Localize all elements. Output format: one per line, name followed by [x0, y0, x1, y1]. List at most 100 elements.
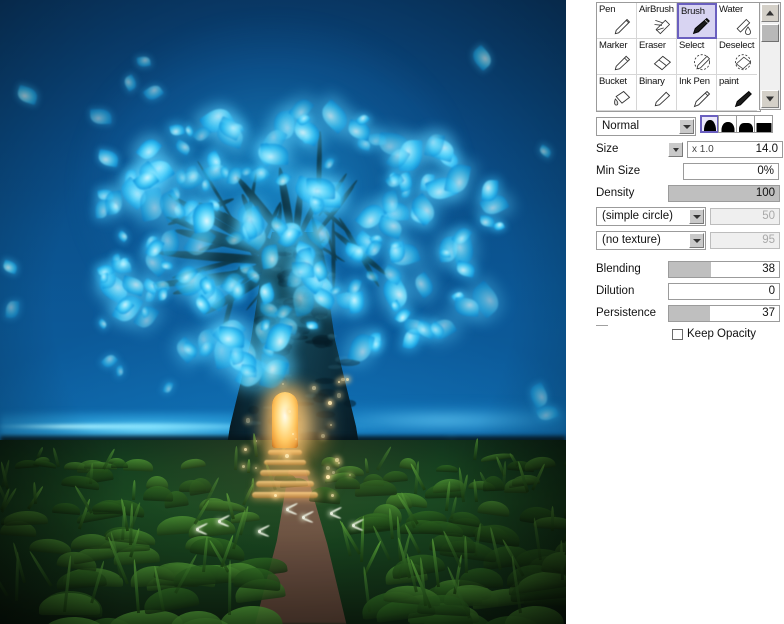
size-row: Size x 1.0 14.0 — [596, 139, 784, 159]
tool-cell-clipped[interactable] — [677, 111, 717, 112]
blend-mode-select[interactable]: Normal — [596, 116, 696, 136]
tool-cell-clipped[interactable] — [717, 111, 757, 112]
persistence-label: Persistence — [596, 307, 657, 319]
brush-shape-square-flat-icon[interactable] — [754, 115, 773, 133]
airbrush-icon — [654, 19, 671, 35]
keep-opacity-checkbox[interactable] — [672, 328, 683, 340]
tool-pen[interactable]: Pen — [597, 3, 637, 39]
tool-label: Select — [679, 40, 705, 51]
blend-mode-value: Normal — [602, 119, 640, 132]
chevron-down-icon[interactable] — [679, 118, 694, 134]
size-field[interactable]: x 1.0 14.0 — [687, 140, 783, 158]
tool-cell-clipped[interactable] — [637, 111, 677, 112]
brush-shape-amount: 50 — [762, 209, 775, 222]
paint-icon — [734, 90, 752, 108]
tool-label: Water — [719, 4, 743, 15]
bucket-icon — [614, 90, 631, 106]
size-label: Size — [596, 143, 619, 155]
texture-select[interactable]: (no texture) — [596, 230, 706, 250]
tool-bucket[interactable]: Bucket — [597, 75, 637, 111]
tool-paint[interactable]: paint — [717, 75, 757, 111]
tool-water[interactable]: Water — [717, 3, 757, 39]
select-icon — [694, 54, 711, 71]
ink-pen-icon — [693, 90, 711, 108]
brush-shape-amount-field: 50 — [710, 207, 780, 225]
brush-shape-hard-round-icon[interactable] — [736, 115, 755, 133]
min-size-value: 0% — [757, 164, 774, 177]
min-size-label: Min Size — [596, 165, 641, 177]
tool-label-clipped — [719, 111, 721, 112]
water-icon — [736, 18, 751, 35]
tool-label: Binary — [639, 76, 665, 87]
brush-icon — [692, 17, 710, 35]
tool-brush[interactable]: Brush — [677, 3, 717, 39]
tool-label: Eraser — [639, 40, 666, 51]
dilution-field[interactable]: 0 — [668, 282, 780, 300]
pen-icon — [614, 18, 631, 35]
chevron-down-icon[interactable] — [689, 208, 704, 224]
right-panel: Pen AirBrush Brush Water Marker Eraser Select D… — [566, 0, 784, 624]
tool-palette-scrollbar[interactable] — [759, 2, 781, 110]
tool-label: Deselect — [719, 40, 755, 51]
density-row: Density 100 — [596, 183, 784, 203]
tool-ink-pen[interactable]: Ink Pen — [677, 75, 717, 111]
keep-opacity-label: Keep Opacity — [687, 328, 757, 340]
texture-amount: 95 — [762, 233, 775, 246]
panel-divider — [596, 325, 608, 326]
density-value: 100 — [755, 186, 775, 199]
scroll-down-arrow-icon[interactable] — [761, 90, 779, 108]
brush-shape-select[interactable]: (simple circle) — [596, 206, 706, 226]
tool-label: Marker — [599, 40, 628, 51]
tool-row: Marker Eraser Select Deselect — [597, 39, 760, 75]
binary-icon — [654, 91, 671, 107]
texture-value: (no texture) — [602, 233, 661, 246]
tool-label: Pen — [599, 4, 616, 15]
density-field[interactable]: 100 — [668, 184, 780, 202]
persistence-field[interactable]: 37 — [668, 304, 780, 322]
density-label: Density — [596, 187, 635, 199]
tool-deselect[interactable]: Deselect — [717, 39, 757, 75]
texture-amount-field: 95 — [710, 231, 780, 249]
tool-label: AirBrush — [639, 4, 674, 15]
brush-shape-soft-peak-icon[interactable] — [700, 115, 719, 133]
canvas-vignette — [0, 0, 566, 624]
tool-select[interactable]: Select — [677, 39, 717, 75]
blending-field[interactable]: 38 — [668, 260, 780, 278]
size-multiplier: x 1.0 — [692, 143, 714, 155]
keep-opacity-row[interactable]: Keep Opacity — [672, 325, 784, 343]
dilution-label: Dilution — [596, 285, 635, 297]
tool-label: paint — [719, 76, 739, 87]
persistence-value: 37 — [762, 306, 775, 319]
tool-binary[interactable]: Binary — [637, 75, 677, 111]
blend-mode-row: Normal — [596, 115, 784, 137]
brush-settings: Normal Size x 1.0 14.0 Min Size 0% Densi… — [596, 115, 784, 343]
brush-shape-presets[interactable] — [700, 115, 773, 133]
marker-icon — [614, 55, 631, 71]
size-dropdown-icon[interactable] — [668, 141, 683, 157]
tool-label-clipped — [639, 111, 641, 112]
scroll-up-arrow-icon[interactable] — [761, 4, 779, 22]
chevron-down-icon[interactable] — [689, 232, 704, 248]
tool-cell-clipped[interactable] — [597, 111, 637, 112]
size-value: 14.0 — [755, 142, 778, 155]
scrollbar-thumb[interactable] — [761, 24, 779, 42]
tool-label-clipped — [599, 111, 601, 112]
brush-shape-value: (simple circle) — [602, 209, 673, 222]
tool-label: Bucket — [599, 76, 627, 87]
tool-eraser[interactable]: Eraser — [637, 39, 677, 75]
dilution-row: Dilution 0 — [596, 281, 784, 301]
tool-airbrush[interactable]: AirBrush — [637, 3, 677, 39]
tool-palette[interactable]: Pen AirBrush Brush Water Marker Eraser Select D… — [596, 2, 761, 112]
min-size-field[interactable]: 0% — [683, 162, 779, 180]
blending-label: Blending — [596, 263, 641, 275]
tool-row: Pen AirBrush Brush Water — [597, 3, 760, 39]
persistence-row: Persistence 37 — [596, 303, 784, 323]
canvas-artwork[interactable] — [0, 0, 566, 624]
tool-marker[interactable]: Marker — [597, 39, 637, 75]
tool-row: Bucket Binary Ink Pen paint — [597, 75, 760, 111]
texture-row: (no texture) 95 — [596, 229, 784, 251]
blending-row: Blending 38 — [596, 259, 784, 279]
brush-shape-medium-peak-icon[interactable] — [718, 115, 737, 133]
tool-row-partial — [597, 111, 760, 112]
dilution-value: 0 — [768, 284, 775, 297]
